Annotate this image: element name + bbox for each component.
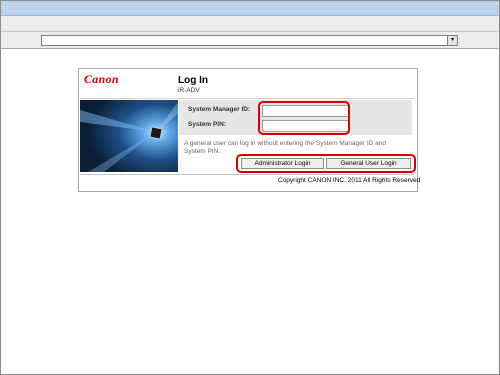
- system-manager-id-label: System Manager ID:: [188, 106, 251, 113]
- hero-image: [80, 100, 178, 172]
- page-subtitle: iR-ADV: [178, 87, 200, 94]
- canon-logo: Canon: [84, 72, 119, 86]
- menu-bar: [1, 16, 499, 32]
- header-divider: [80, 98, 414, 99]
- chevron-down-icon[interactable]: ▾: [447, 35, 458, 46]
- credentials-highlight: [258, 101, 350, 135]
- window-titlebar: [1, 1, 499, 16]
- footer-divider: [80, 174, 414, 175]
- address-bar[interactable]: [41, 35, 449, 46]
- system-pin-label: System PIN:: [188, 121, 226, 128]
- page-title: Log In: [178, 75, 208, 86]
- copyright-text: Copyright CANON INC. 2011 All Rights Res…: [278, 177, 421, 184]
- buttons-highlight: [236, 154, 416, 173]
- hero-graphic: [80, 100, 178, 172]
